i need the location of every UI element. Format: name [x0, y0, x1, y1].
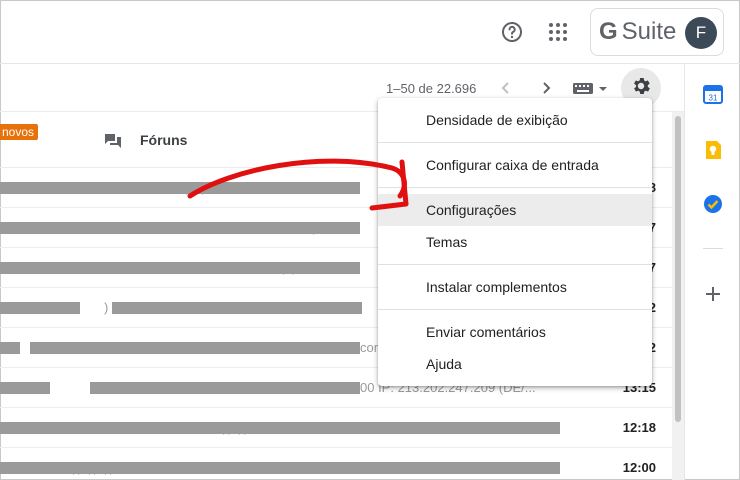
- email-row[interactable]: ( ) ( ) ( )12:00: [0, 448, 672, 480]
- gsuite-logo-text: Suite: [621, 18, 677, 45]
- apps-grid-icon[interactable]: [544, 18, 572, 46]
- keep-icon[interactable]: [703, 140, 723, 160]
- email-time: 12:00: [622, 460, 656, 475]
- redaction-bar: [30, 342, 360, 354]
- settings-menu: Densidade de exibição Configurar caixa de…: [378, 98, 652, 386]
- chevron-right-icon[interactable]: [534, 76, 558, 100]
- menu-item-display-density[interactable]: Densidade de exibição: [378, 104, 652, 136]
- redaction-bar: [90, 382, 360, 394]
- redaction-bar: [0, 342, 20, 354]
- new-badge: novos: [0, 124, 39, 140]
- redaction-bar: [0, 302, 80, 314]
- forum-icon: [104, 132, 122, 150]
- tab-forums[interactable]: Fóruns: [140, 132, 187, 148]
- top-header: G Suite F: [0, 0, 740, 64]
- side-panel: 31: [684, 64, 740, 480]
- menu-separator: [378, 142, 652, 143]
- chevron-left-icon[interactable]: [494, 76, 518, 100]
- menu-separator: [378, 264, 652, 265]
- gsuite-account-box[interactable]: G Suite F: [590, 8, 724, 56]
- gsuite-logo: G Suite: [599, 18, 676, 46]
- scrollbar-thumb[interactable]: [675, 116, 681, 422]
- menu-item-themes[interactable]: Temas: [378, 226, 652, 258]
- email-row[interactable]: ( ) ( )12:18: [0, 408, 672, 448]
- gsuite-logo-g: G: [599, 18, 618, 45]
- avatar-initial: F: [695, 23, 707, 42]
- calendar-day-text: 31: [709, 94, 718, 103]
- help-circle-icon[interactable]: [498, 18, 526, 46]
- keyboard-icon[interactable]: [570, 76, 610, 100]
- menu-item-configure-inbox[interactable]: Configurar caixa de entrada: [378, 149, 652, 181]
- redaction-bar: [0, 462, 560, 474]
- menu-item-send-feedback[interactable]: Enviar comentários: [378, 316, 652, 348]
- menu-separator: [378, 309, 652, 310]
- redaction-bar: [0, 222, 360, 234]
- avatar[interactable]: F: [685, 17, 717, 49]
- menu-item-settings[interactable]: Configurações: [378, 194, 652, 226]
- menu-item-help[interactable]: Ajuda: [378, 348, 652, 380]
- calendar-icon[interactable]: 31: [703, 84, 723, 104]
- side-divider: [703, 248, 723, 249]
- redaction-bar: [0, 382, 50, 394]
- email-time: 12:18: [622, 420, 656, 435]
- plus-icon[interactable]: [703, 284, 723, 304]
- pagination-text: 1–50 de 22.696: [386, 81, 477, 96]
- menu-separator: [378, 187, 652, 188]
- redaction-bar: [112, 302, 362, 314]
- tasks-icon[interactable]: [703, 194, 723, 214]
- redaction-bar: [0, 262, 360, 274]
- menu-item-install-addons[interactable]: Instalar complementos: [378, 271, 652, 303]
- redaction-bar: [0, 422, 560, 434]
- redaction-bar: [0, 182, 360, 194]
